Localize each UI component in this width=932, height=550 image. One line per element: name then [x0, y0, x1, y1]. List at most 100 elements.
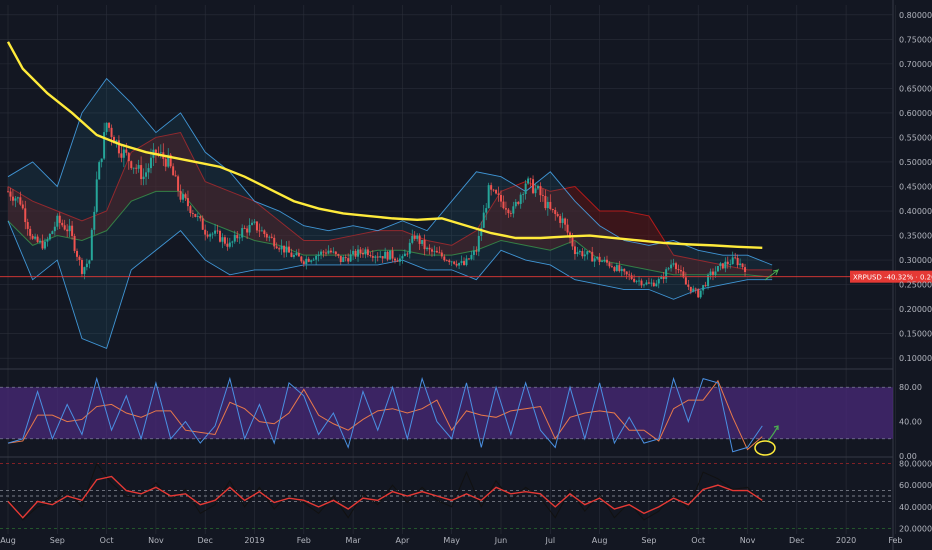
- candle-body: [73, 235, 76, 251]
- rsi-tick-label: 20.00000: [899, 525, 932, 534]
- candle-body: [255, 221, 258, 231]
- candle-body: [98, 162, 101, 180]
- candle-body: [426, 247, 429, 250]
- candle-body: [149, 157, 152, 169]
- candle-body: [88, 260, 91, 264]
- candle-body: [724, 261, 727, 269]
- rsi-tick-label: 60.00000: [899, 481, 932, 490]
- candle-body: [265, 233, 268, 238]
- candle-body: [578, 251, 581, 253]
- candle-body: [174, 175, 177, 177]
- candle-body: [241, 228, 244, 238]
- candle-body: [246, 228, 249, 233]
- candle-body: [327, 250, 330, 254]
- candle-body: [566, 224, 569, 233]
- candle-body: [517, 201, 520, 204]
- x-tick-label: Aug: [0, 536, 16, 545]
- candle-body: [145, 172, 148, 177]
- candle-body: [253, 221, 256, 223]
- candle-body: [352, 250, 355, 255]
- candle-body: [297, 253, 300, 257]
- candle-body: [396, 260, 399, 262]
- candle-body: [603, 259, 606, 262]
- candle-body: [251, 222, 254, 225]
- candle-body: [76, 250, 79, 257]
- candle-body: [440, 252, 443, 257]
- candle-body: [68, 225, 71, 232]
- x-tick-label: Jul: [544, 536, 555, 545]
- candle-body: [401, 256, 404, 259]
- x-tick-label: Dec: [789, 536, 804, 545]
- candle-body: [519, 194, 522, 204]
- candle-body: [209, 234, 212, 237]
- xrpusd-chart[interactable]: XRPUSD -40.32% · 0.26617 AugSepOctNovDec…: [0, 0, 932, 550]
- candle-body: [154, 149, 157, 154]
- candle-body: [465, 258, 468, 265]
- candle-body: [302, 261, 305, 264]
- candle-body: [588, 251, 591, 253]
- candle-body: [194, 213, 197, 217]
- candle-body: [524, 183, 527, 195]
- candle-body: [689, 286, 692, 292]
- candle-body: [438, 252, 441, 254]
- candle-body: [699, 290, 702, 298]
- candle-body: [238, 237, 241, 239]
- candle-body: [596, 256, 599, 259]
- candle-body: [172, 166, 175, 176]
- candle-body: [307, 258, 310, 262]
- candle-body: [364, 249, 367, 255]
- candle-body: [14, 198, 17, 201]
- candle-body: [270, 236, 273, 238]
- candle-body: [196, 216, 199, 217]
- x-tick-label: Sep: [50, 536, 65, 545]
- candle-body: [130, 161, 133, 169]
- candle-body: [359, 249, 362, 254]
- candle-body: [310, 260, 313, 262]
- candle-body: [320, 251, 323, 255]
- candle-body: [485, 208, 488, 213]
- candle-body: [305, 258, 308, 264]
- candle-body: [43, 241, 46, 249]
- candle-body: [11, 196, 14, 201]
- candle-body: [216, 230, 219, 232]
- candle-body: [334, 251, 337, 255]
- candle-body: [339, 255, 342, 262]
- candle-body: [233, 234, 236, 242]
- candle-body: [460, 261, 463, 263]
- candle-body: [502, 201, 505, 209]
- candle-body: [472, 250, 475, 255]
- candle-body: [9, 191, 12, 197]
- x-tick-label: Aug: [592, 536, 608, 545]
- candle-body: [110, 127, 113, 137]
- candle-body: [450, 261, 453, 263]
- candle-body: [26, 222, 29, 229]
- candle-body: [36, 236, 39, 242]
- x-tick-label: Dec: [197, 536, 212, 545]
- candle-body: [228, 242, 231, 247]
- candle-body: [386, 251, 389, 260]
- candle-body: [273, 237, 276, 247]
- candle-body: [539, 185, 542, 196]
- candle-body: [736, 257, 739, 266]
- candle-body: [428, 247, 431, 250]
- candle-body: [184, 194, 187, 199]
- candle-body: [522, 194, 525, 195]
- candle-body: [105, 122, 108, 133]
- candle-body: [605, 259, 608, 263]
- candle-body: [337, 254, 340, 256]
- candle-body: [613, 267, 616, 271]
- candle-body: [214, 230, 217, 234]
- candle-body: [561, 218, 564, 223]
- candle-body: [406, 253, 409, 255]
- candle-body: [236, 234, 239, 239]
- candle-body: [125, 149, 128, 153]
- candle-body: [645, 282, 648, 285]
- candle-body: [655, 283, 658, 287]
- candle-body: [329, 250, 332, 253]
- candle-body: [744, 267, 747, 273]
- x-tick-label: Sep: [641, 536, 656, 545]
- candle-body: [206, 234, 209, 237]
- candle-body: [470, 254, 473, 260]
- candle-body: [657, 278, 660, 284]
- candle-body: [374, 256, 377, 258]
